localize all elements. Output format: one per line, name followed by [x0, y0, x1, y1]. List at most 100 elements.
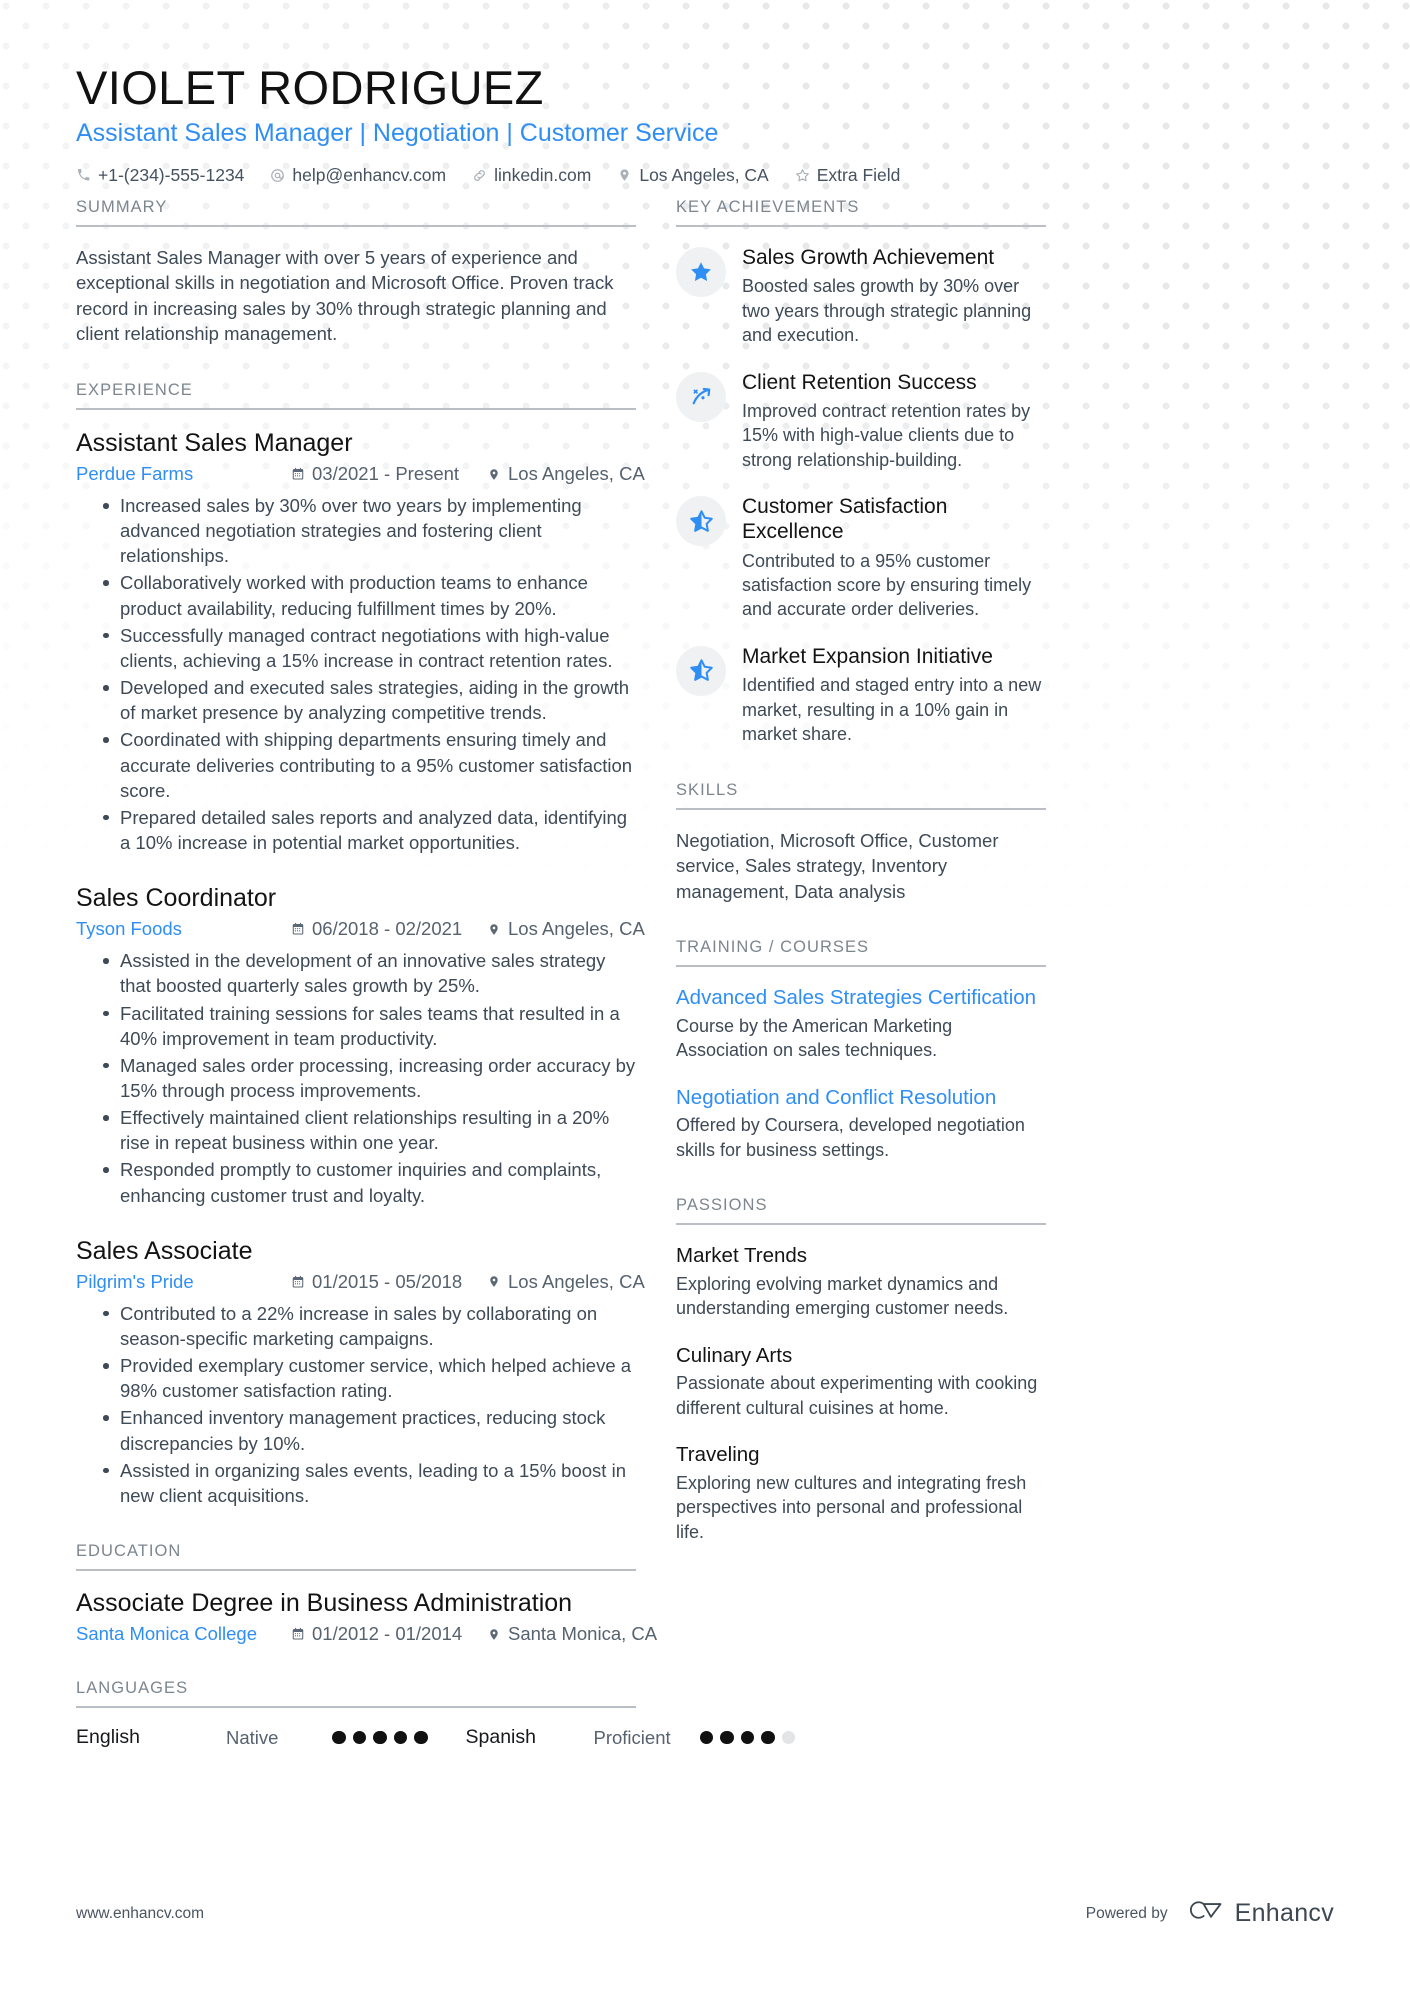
rating-dot [332, 1730, 346, 1745]
achievement-item: Market Expansion Initiative Identified a… [676, 644, 1046, 747]
job-bullet: Coordinated with shipping departments en… [100, 727, 636, 802]
passion-title: Market Trends [676, 1244, 808, 1268]
trending-arrow-icon [689, 384, 714, 409]
contact-location[interactable]: Los Angeles, CA [617, 165, 769, 186]
job-bullets: Contributed to a 22% increase in sales b… [76, 1301, 636, 1508]
powered-by-block: Powered by Enhancv [1086, 1898, 1334, 1929]
training-item: Negotiation and Conflict Resolution Offe… [676, 1085, 1046, 1163]
location-pin-icon [486, 466, 501, 482]
language-item: English Native [76, 1726, 428, 1749]
achievement-title: Sales Growth Achievement [742, 245, 995, 269]
achievement-desc: Improved contract retention rates by 15%… [742, 400, 1031, 470]
passion-desc: Exploring evolving market dynamics and u… [676, 1273, 1009, 1319]
rating-dot [720, 1730, 734, 1745]
job-bullet: Responded promptly to customer inquiries… [100, 1157, 636, 1207]
skills-heading: SKILLS [676, 781, 1046, 810]
experience-item: Sales Associate Pilgrim's Pride 01/2015 … [76, 1236, 645, 1508]
achievement-item: Client Retention Success Improved contra… [676, 370, 1046, 473]
footer-website[interactable]: www.enhancv.com [76, 1905, 204, 1923]
language-level: Proficient [593, 1726, 671, 1748]
job-location-text: Los Angeles, CA [508, 918, 645, 940]
powered-by-label: Powered by [1085, 1904, 1168, 1922]
training-title[interactable]: Negotiation and Conflict Resolution [676, 1085, 1046, 1111]
job-bullet: Contributed to a 22% increase in sales b… [100, 1301, 636, 1351]
job-position: Assistant Sales Manager [76, 429, 353, 457]
achievement-badge [676, 496, 726, 547]
rating-dot [740, 1730, 754, 1745]
passion-title: Traveling [676, 1443, 760, 1467]
job-bullets: Increased sales by 30% over two years by… [76, 493, 636, 855]
passion-item: Traveling Exploring new cultures and int… [676, 1442, 1046, 1544]
achievement-badge [676, 246, 726, 297]
training-title[interactable]: Advanced Sales Strategies Certification [676, 985, 1046, 1011]
calendar-icon [290, 921, 305, 937]
achievement-badge [676, 371, 726, 422]
education-heading: EDUCATION [76, 1542, 636, 1571]
resume-columns: SUMMARY Assistant Sales Manager with ove… [76, 198, 1334, 1749]
passion-item: Culinary Arts Passionate about experimen… [676, 1343, 1046, 1421]
language-item: Spanish Proficient [465, 1726, 795, 1749]
training-item: Advanced Sales Strategies Certification … [676, 985, 1046, 1063]
star-half-icon [689, 658, 714, 683]
passion-item: Market Trends Exploring evolving market … [676, 1243, 1046, 1321]
languages-heading: LANGUAGES [76, 1679, 636, 1708]
job-bullet: Facilitated training sessions for sales … [100, 1001, 636, 1051]
job-bullet: Collaboratively worked with production t… [100, 570, 636, 620]
contact-email-text: help@enhancv.com [292, 164, 447, 185]
contact-extra-field[interactable]: Extra Field [795, 164, 901, 186]
section-skills: SKILLS Negotiation, Microsoft Office, Cu… [676, 781, 1046, 905]
phone-icon [76, 167, 91, 184]
section-training: TRAINING / COURSES Advanced Sales Strate… [676, 938, 1046, 1162]
job-dates: 03/2021 - Present [290, 463, 486, 485]
achievement-desc: Contributed to a 95% customer satisfacti… [742, 550, 1032, 620]
achievement-badge [676, 645, 726, 696]
enhancv-wordmark: Enhancv [1234, 1899, 1334, 1927]
experience-heading: EXPERIENCE [76, 381, 636, 410]
experience-item: Assistant Sales Manager Perdue Farms 03/… [76, 428, 645, 855]
job-company[interactable]: Perdue Farms [76, 463, 290, 485]
email-icon [270, 167, 285, 184]
achievement-body: Market Expansion Initiative Identified a… [742, 644, 1046, 747]
passions-heading: PASSIONS [676, 1196, 1046, 1226]
calendar-icon [290, 1626, 305, 1642]
job-location: Los Angeles, CA [486, 918, 645, 940]
rating-dot [414, 1730, 428, 1745]
job-dates: 01/2015 - 05/2018 [290, 1271, 486, 1293]
education-dates: 01/2012 - 01/2014 [290, 1623, 486, 1645]
link-icon [472, 167, 487, 184]
experience-item: Sales Coordinator Tyson Foods 06/2018 - … [76, 883, 645, 1208]
section-education: EDUCATION Associate Degree in Business A… [76, 1542, 657, 1645]
job-company[interactable]: Tyson Foods [76, 918, 290, 940]
language-name: English [76, 1726, 140, 1748]
achievement-title: Client Retention Success [742, 370, 977, 394]
job-dates-text: 01/2015 - 05/2018 [312, 1270, 463, 1292]
rating-dot [699, 1730, 713, 1745]
achievement-body: Client Retention Success Improved contra… [742, 370, 1046, 473]
rating-dot [761, 1730, 775, 1745]
achievement-title: Customer Satisfaction Excellence [742, 495, 948, 544]
contact-phone[interactable]: +1-(234)-555-1234 [76, 165, 244, 186]
job-bullet: Managed sales order processing, increasi… [100, 1053, 636, 1103]
education-meta: Santa Monica College 01/2012 - 01/2014 S… [76, 1623, 657, 1645]
achievement-item: Sales Growth Achievement Boosted sales g… [676, 245, 1046, 348]
rating-dot [373, 1730, 387, 1745]
languages-row: English Native Spanish Proficient [76, 1726, 795, 1749]
education-school[interactable]: Santa Monica College [76, 1623, 290, 1645]
star-half-icon [689, 509, 714, 534]
job-location-text: Los Angeles, CA [508, 1270, 645, 1292]
star-outline-icon [795, 167, 810, 184]
rating-dot [352, 1730, 366, 1745]
contact-email[interactable]: help@enhancv.com [270, 165, 446, 186]
education-degree: Associate Degree in Business Administrat… [76, 1589, 573, 1617]
training-desc: Course by the American Marketing Associa… [676, 1015, 953, 1061]
section-languages: LANGUAGES English Native Spanish Profici… [76, 1679, 795, 1749]
contact-extra-field-text: Extra Field [816, 164, 901, 185]
job-company[interactable]: Pilgrim's Pride [76, 1271, 290, 1293]
enhancv-brand[interactable]: Enhancv [1184, 1898, 1334, 1929]
job-location: Los Angeles, CA [486, 463, 645, 485]
summary-text: Assistant Sales Manager with over 5 year… [76, 246, 614, 345]
contact-link[interactable]: linkedin.com [472, 165, 591, 186]
job-location: Los Angeles, CA [486, 1271, 645, 1293]
location-pin-icon [486, 1274, 501, 1290]
language-name: Spanish [465, 1726, 536, 1748]
